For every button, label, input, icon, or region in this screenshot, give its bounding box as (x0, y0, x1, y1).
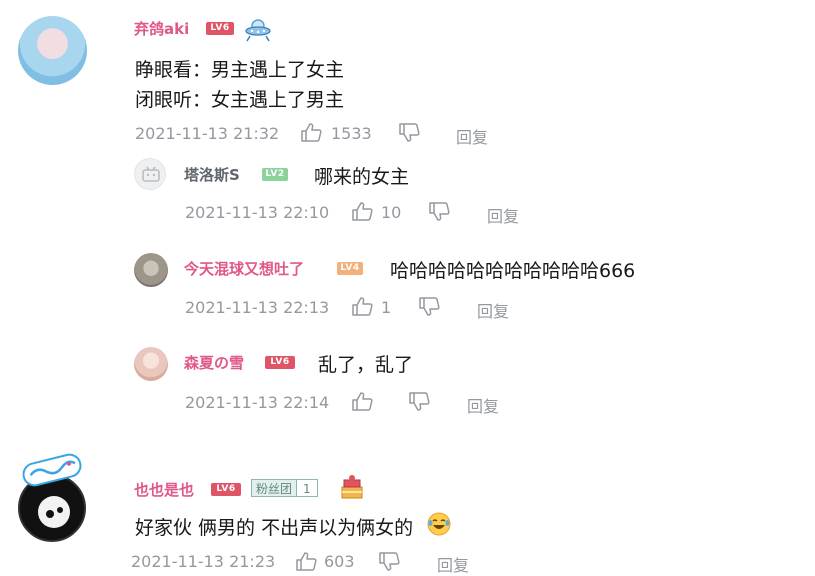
level-badge: LV4 (337, 262, 363, 275)
username[interactable]: 也也是也 (134, 479, 194, 500)
comment-time: 2021-11-13 21:32 (135, 124, 280, 143)
level-badge: LV6 (211, 483, 241, 496)
laughing-tears-emoji (426, 511, 452, 541)
username[interactable]: 今天混球又想吐了 (184, 258, 304, 279)
thumbs-down-icon[interactable] (398, 123, 420, 147)
level-badge: LV2 (262, 168, 288, 181)
user-avatar[interactable] (134, 158, 166, 190)
user-avatar[interactable] (134, 253, 168, 287)
comment-text-line: 睁眼看：男主遇上了女主 (135, 59, 345, 81)
thumbs-down-icon[interactable] (408, 392, 430, 416)
thumbs-down-icon[interactable] (378, 552, 400, 576)
thumbs-up-icon[interactable] (351, 391, 373, 415)
comment-text: 好家伙 俩男的 不出声以为俩女的 (135, 517, 414, 539)
like-count: 1533 (331, 124, 372, 143)
level-badge: LV6 (265, 356, 295, 369)
reply-time: 2021-11-13 22:10 (185, 203, 330, 222)
fan-badge-name: 粉丝团 (252, 480, 297, 496)
reply-text: 哈哈哈哈哈哈哈哈哈哈哈666 (390, 260, 636, 282)
user-avatar[interactable] (134, 347, 168, 381)
fan-badge-level: 1 (296, 480, 317, 496)
like-count: 603 (324, 552, 355, 571)
thumbs-up-icon[interactable] (351, 201, 373, 225)
username[interactable]: 塔洛斯S (184, 164, 240, 185)
reply-text: 乱了，乱了 (318, 354, 414, 376)
cake-decoration-icon (338, 474, 366, 504)
reply-time: 2021-11-13 22:13 (185, 298, 330, 317)
comment-text-line: 闭眼听：女主遇上了男主 (135, 89, 345, 111)
reply-text: 哪来的女主 (314, 166, 410, 188)
thumbs-down-icon[interactable] (428, 202, 450, 226)
reply-button[interactable]: 回复 (477, 298, 509, 322)
thumbs-up-icon[interactable] (351, 296, 373, 320)
username[interactable]: 森夏の雪 (184, 352, 244, 373)
like-count: 10 (381, 203, 402, 222)
reply-time: 2021-11-13 22:14 (185, 393, 330, 412)
thumbs-up-icon[interactable] (295, 551, 317, 575)
reply-button[interactable]: 回复 (456, 124, 488, 148)
thumbs-down-icon[interactable] (418, 297, 440, 321)
user-avatar[interactable] (18, 16, 87, 85)
level-badge: LV6 (206, 22, 234, 35)
comment-time: 2021-11-13 21:23 (131, 552, 276, 571)
username[interactable]: 弃鸽aki (134, 18, 189, 39)
ufo-decoration-icon (244, 16, 272, 46)
reply-button[interactable]: 回复 (467, 393, 499, 417)
reply-button[interactable]: 回复 (437, 552, 469, 576)
like-count: 1 (381, 298, 392, 317)
reply-button[interactable]: 回复 (487, 203, 519, 227)
thumbs-up-icon[interactable] (300, 122, 322, 146)
fan-badge[interactable]: 粉丝团 1 (251, 479, 318, 497)
